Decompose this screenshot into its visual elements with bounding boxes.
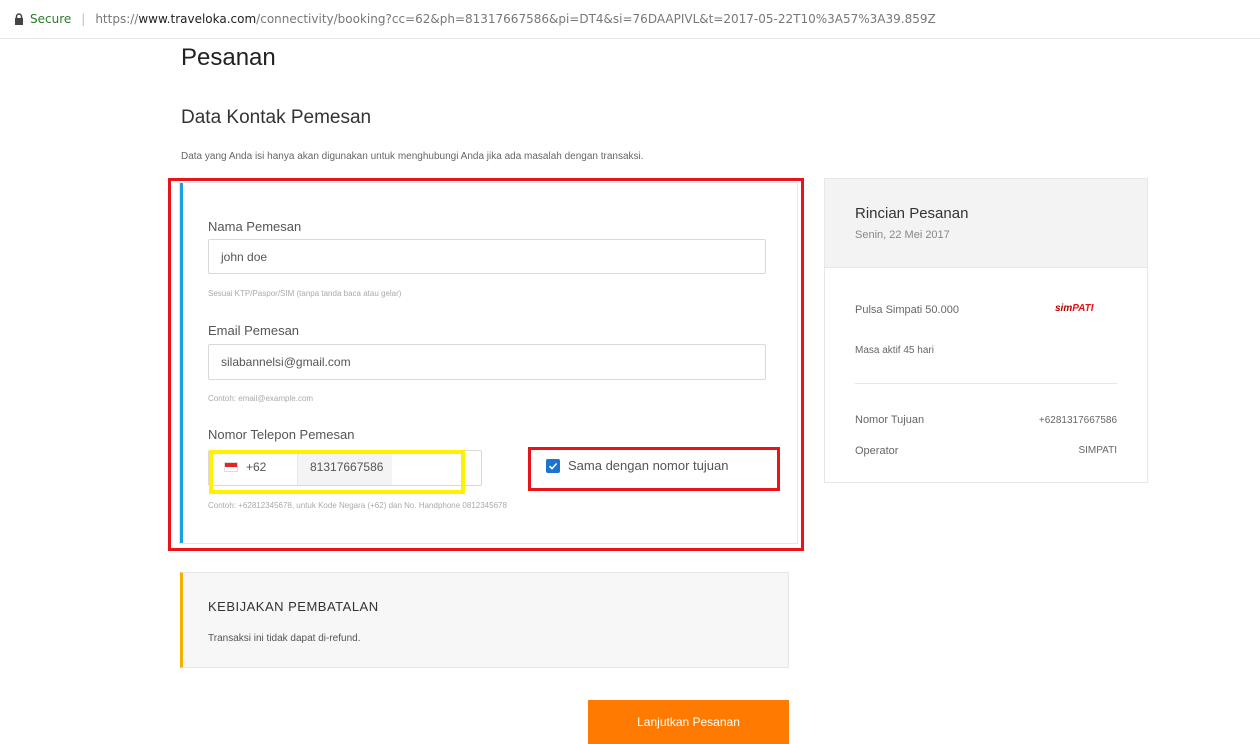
lock-icon xyxy=(15,13,23,25)
url-scheme: https:// xyxy=(95,12,139,26)
operator-label: Operator xyxy=(855,445,899,457)
address-bar[interactable]: Secure | https://www.traveloka.com/conne… xyxy=(0,0,1260,39)
simpati-logo-prefix: sim xyxy=(1055,303,1073,314)
validity-text: Masa aktif 45 hari xyxy=(855,345,934,356)
summary-date: Senin, 22 Mei 2017 xyxy=(855,229,950,241)
url-domain: www.traveloka.com xyxy=(138,12,257,26)
url-path: /connectivity/booking?cc=62&ph=813176675… xyxy=(256,12,936,26)
summary-divider xyxy=(855,383,1117,384)
cancellation-policy-card: KEBIJAKAN PEMBATALAN Transaksi ini tidak… xyxy=(180,572,789,668)
continue-button[interactable]: Lanjutkan Pesanan xyxy=(588,700,789,744)
annotation-red-box-checkbox xyxy=(528,447,780,491)
summary-title: Rincian Pesanan xyxy=(855,205,969,222)
policy-text: Transaksi ini tidak dapat di-refund. xyxy=(208,633,361,644)
url-text[interactable]: https://www.traveloka.com/connectivity/b… xyxy=(95,12,935,26)
simpati-logo: simPATI xyxy=(1055,303,1094,314)
address-separator: | xyxy=(81,12,86,26)
secure-label: Secure xyxy=(30,12,72,26)
policy-title: KEBIJAKAN PEMBATALAN xyxy=(208,599,379,614)
simpati-logo-suffix: PATI xyxy=(1072,303,1094,314)
target-value: +6281317667586 xyxy=(1038,415,1117,426)
order-summary-panel: Rincian Pesanan Senin, 22 Mei 2017 Pulsa… xyxy=(824,178,1148,483)
annotation-yellow-box-phone xyxy=(209,450,465,494)
section-title: Data Kontak Pemesan xyxy=(181,107,372,128)
operator-value: SIMPATI xyxy=(1078,445,1117,456)
summary-header: Rincian Pesanan Senin, 22 Mei 2017 xyxy=(825,179,1147,268)
section-description: Data yang Anda isi hanya akan digunakan … xyxy=(181,151,644,162)
target-label: Nomor Tujuan xyxy=(855,414,925,426)
annotation-red-box-form xyxy=(168,178,804,551)
product-name: Pulsa Simpati 50.000 xyxy=(855,304,959,316)
page-title: Pesanan xyxy=(181,44,276,71)
